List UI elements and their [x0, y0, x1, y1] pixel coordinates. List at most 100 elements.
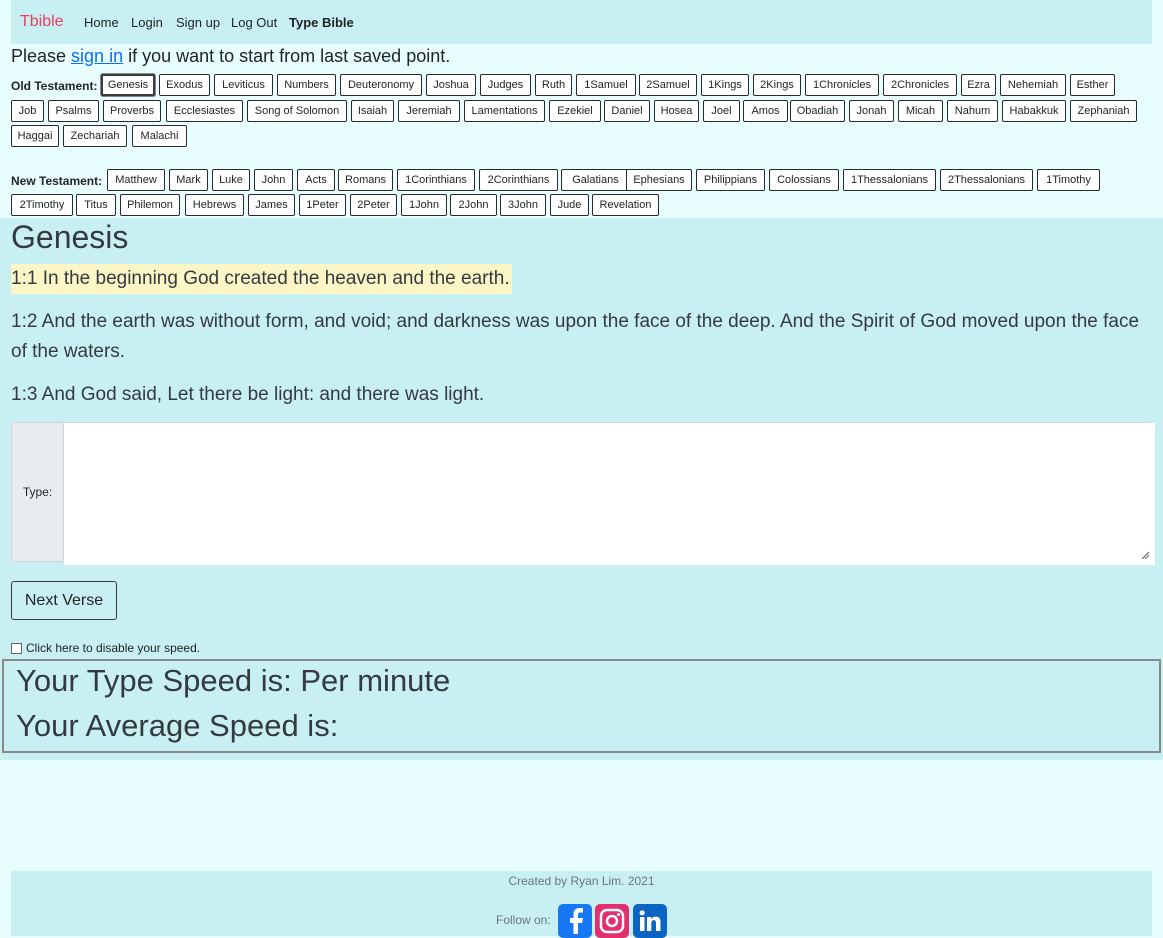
- book-john-button[interactable]: John: [254, 169, 293, 191]
- book-job-button[interactable]: Job: [11, 100, 44, 122]
- book-2kings-button[interactable]: 2Kings: [753, 74, 801, 96]
- nav-logout[interactable]: Log Out: [231, 15, 277, 30]
- book-judges-button[interactable]: Judges: [480, 74, 531, 96]
- disable-speed-checkbox[interactable]: [11, 642, 22, 654]
- book-esther-button[interactable]: Esther: [1070, 74, 1115, 96]
- book-amos-button[interactable]: Amos: [743, 100, 788, 122]
- instagram-icon[interactable]: [595, 904, 629, 938]
- book-exodus-button[interactable]: Exodus: [159, 74, 210, 96]
- next-verse-button[interactable]: Next Verse: [11, 581, 117, 620]
- navbar: Tbible Home Login Sign up Log Out Type B…: [11, 0, 1152, 44]
- book-2chronicles-button[interactable]: 2Chronicles: [883, 74, 957, 96]
- book-1corinthians-button[interactable]: 1Corinthians: [397, 169, 475, 191]
- new-testament-label: New Testament:: [11, 174, 103, 188]
- book-micah-button[interactable]: Micah: [898, 100, 943, 122]
- book-ezekiel-button[interactable]: Ezekiel: [549, 100, 601, 122]
- book-nehemiah-button[interactable]: Nehemiah: [1000, 74, 1066, 96]
- book-hebrews-button[interactable]: Hebrews: [185, 194, 244, 216]
- disable-speed-label[interactable]: Click here to disable your speed.: [26, 641, 200, 655]
- book-1peter-button[interactable]: 1Peter: [299, 194, 346, 216]
- book-james-button[interactable]: James: [248, 194, 295, 216]
- book-nahum-button[interactable]: Nahum: [947, 100, 998, 122]
- book-joel-button[interactable]: Joel: [703, 100, 740, 122]
- book-habakkuk-button[interactable]: Habakkuk: [1002, 100, 1066, 122]
- book-2thessalonians-button[interactable]: 2Thessalonians: [940, 169, 1033, 191]
- book-genesis-button[interactable]: Genesis: [101, 74, 155, 96]
- brand-link[interactable]: Tbible: [20, 13, 64, 31]
- type-speed-text: Your Type Speed is: Per minute: [16, 663, 451, 698]
- book-joshua-button[interactable]: Joshua: [426, 74, 476, 96]
- book-proverbs-button[interactable]: Proverbs: [103, 100, 161, 122]
- book-2john-button[interactable]: 2John: [450, 194, 497, 216]
- book-philippians-button[interactable]: Philippians: [696, 169, 765, 191]
- book-2corinthians-button[interactable]: 2Corinthians: [479, 169, 558, 191]
- nav-login[interactable]: Login: [131, 15, 163, 30]
- book-daniel-button[interactable]: Daniel: [604, 100, 650, 122]
- follow-label: Follow on:: [496, 913, 551, 927]
- book-jude-button[interactable]: Jude: [550, 194, 589, 216]
- book-titus-button[interactable]: Titus: [76, 194, 116, 216]
- resize-handle-icon[interactable]: [1141, 551, 1149, 559]
- book-1thessalonians-button[interactable]: 1Thessalonians: [843, 169, 936, 191]
- book-jeremiah-button[interactable]: Jeremiah: [398, 100, 460, 122]
- book-zechariah-button[interactable]: Zechariah: [63, 125, 127, 147]
- book-luke-button[interactable]: Luke: [212, 169, 250, 191]
- book-leviticus-button[interactable]: Leviticus: [214, 74, 273, 96]
- type-textarea[interactable]: [64, 423, 1155, 565]
- book-song-of-solomon-button[interactable]: Song of Solomon: [247, 100, 347, 122]
- book-ezra-button[interactable]: Ezra: [961, 74, 996, 96]
- signin-suffix: if you want to start from last saved poi…: [123, 46, 451, 66]
- book-ruth-button[interactable]: Ruth: [535, 74, 572, 96]
- book-colossians-button[interactable]: Colossians: [769, 169, 839, 191]
- verse-following: 1:3 And God said, Let there be light: an…: [11, 384, 485, 405]
- book-malachi-button[interactable]: Malachi: [132, 125, 187, 147]
- book-1chronicles-button[interactable]: 1Chronicles: [805, 74, 879, 96]
- old-testament-label: Old Testament:: [11, 79, 98, 93]
- book-lamentations-button[interactable]: Lamentations: [464, 100, 545, 122]
- nav-signup[interactable]: Sign up: [176, 15, 220, 30]
- book-haggai-button[interactable]: Haggai: [11, 125, 59, 147]
- type-input-group: Type:: [11, 422, 1155, 565]
- signin-prefix: Please: [11, 46, 72, 66]
- book-1kings-button[interactable]: 1Kings: [701, 74, 749, 96]
- book-1timothy-button[interactable]: 1Timothy: [1037, 169, 1100, 191]
- signin-prompt: Please sign in if you want to start from…: [11, 46, 450, 67]
- footer-credit: Created by Ryan Lim. 2021: [508, 874, 655, 888]
- book-galatians-button[interactable]: Galatians: [561, 169, 630, 191]
- nav-type-bible[interactable]: Type Bible: [289, 15, 354, 30]
- book-2timothy-button[interactable]: 2Timothy: [11, 194, 73, 216]
- book-zephaniah-button[interactable]: Zephaniah: [1070, 100, 1137, 122]
- verse-next: 1:2 And the earth was without form, and …: [11, 311, 1140, 362]
- book-obadiah-button[interactable]: Obadiah: [790, 100, 845, 122]
- book-2samuel-button[interactable]: 2Samuel: [639, 74, 697, 96]
- book-jonah-button[interactable]: Jonah: [849, 100, 894, 122]
- book-matthew-button[interactable]: Matthew: [107, 169, 165, 191]
- book-2peter-button[interactable]: 2Peter: [350, 194, 397, 216]
- book-3john-button[interactable]: 3John: [500, 194, 546, 216]
- average-speed-text: Your Average Speed is:: [16, 708, 339, 743]
- book-numbers-button[interactable]: Numbers: [277, 74, 336, 96]
- nav-home[interactable]: Home: [84, 15, 119, 30]
- disable-speed-row: Click here to disable your speed.: [11, 641, 200, 655]
- facebook-icon[interactable]: [558, 904, 592, 938]
- linkedin-icon[interactable]: [633, 904, 667, 938]
- book-hosea-button[interactable]: Hosea: [654, 100, 699, 122]
- book-deuteronomy-button[interactable]: Deuteronomy: [340, 74, 422, 96]
- book-philemon-button[interactable]: Philemon: [120, 194, 180, 216]
- book-revelation-button[interactable]: Revelation: [592, 194, 659, 216]
- book-isaiah-button[interactable]: Isaiah: [351, 100, 394, 122]
- speed-panel: Your Type Speed is: Per minute Your Aver…: [2, 659, 1161, 753]
- book-mark-button[interactable]: Mark: [169, 169, 208, 191]
- book-title: Genesis: [11, 219, 129, 255]
- footer: Created by Ryan Lim. 2021 Follow on:: [11, 871, 1152, 938]
- signin-link[interactable]: sign in: [71, 46, 123, 66]
- book-1samuel-button[interactable]: 1Samuel: [576, 74, 636, 96]
- book-1john-button[interactable]: 1John: [401, 194, 447, 216]
- book-acts-button[interactable]: Acts: [297, 169, 335, 191]
- verse-current: 1:1 In the beginning God created the hea…: [11, 264, 512, 294]
- book-ecclesiastes-button[interactable]: Ecclesiastes: [166, 100, 243, 122]
- book-ephesians-button[interactable]: Ephesians: [626, 169, 692, 191]
- type-label: Type:: [12, 423, 64, 561]
- book-romans-button[interactable]: Romans: [338, 169, 393, 191]
- book-psalms-button[interactable]: Psalms: [48, 100, 99, 122]
